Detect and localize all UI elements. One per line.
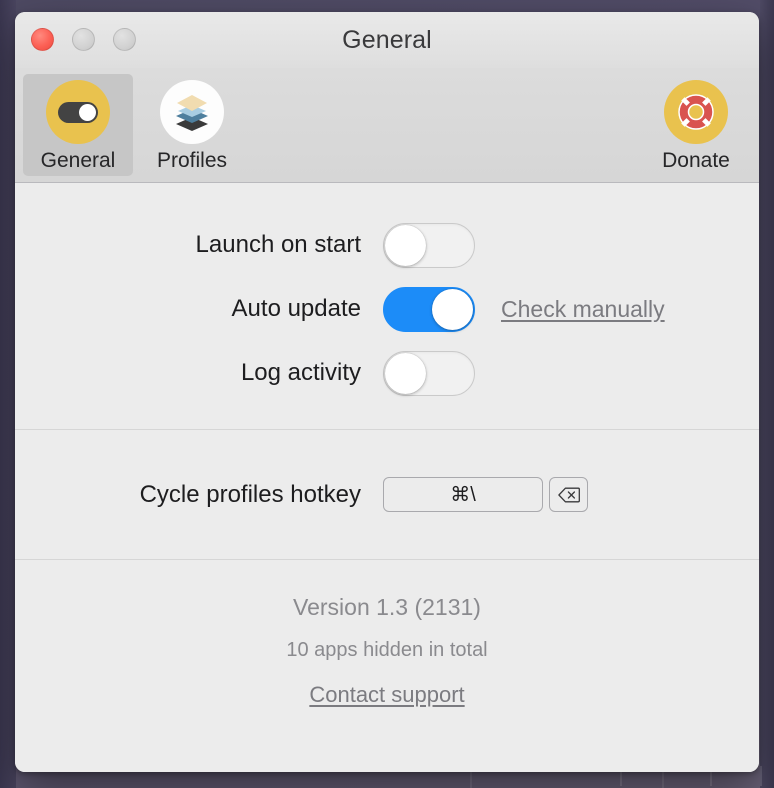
toolbar-item-general-label: General <box>40 149 116 172</box>
toolbar-item-profiles[interactable]: Profiles <box>137 74 247 176</box>
hotkey-clear-button[interactable] <box>549 477 588 512</box>
log-activity-label: Log activity <box>240 359 361 386</box>
auto-update-toggle-knob <box>432 288 473 330</box>
contact-support-link[interactable]: Contact support <box>309 682 464 708</box>
auto-update-label: Auto update <box>231 295 361 322</box>
window-title: General <box>342 26 432 54</box>
toggles-section: Launch on start Auto update Check manual… <box>15 183 759 429</box>
log-activity-toggle[interactable] <box>383 350 475 396</box>
setting-row-launch-on-start: Launch on start <box>15 213 759 277</box>
toolbar: General Profiles Donate <box>15 68 759 183</box>
apps-hidden-count: 10 apps hidden in total <box>286 639 488 661</box>
launch-on-start-toggle[interactable] <box>383 222 475 268</box>
launch-on-start-toggle-knob <box>385 224 426 266</box>
auto-update-toggle[interactable] <box>383 286 475 332</box>
toolbar-item-profiles-label: Profiles <box>156 149 228 172</box>
donate-icon-wrap <box>664 80 728 144</box>
toggle-switch-icon-track <box>58 101 98 123</box>
toggle-switch-icon-knob <box>79 103 96 121</box>
cycle-profiles-hotkey-label: Cycle profiles hotkey <box>139 480 361 508</box>
setting-row-log-activity: Log activity <box>15 341 759 405</box>
backspace-icon <box>557 487 580 502</box>
check-manually-link[interactable]: Check manually <box>501 296 665 323</box>
toggle-switch-icon <box>46 80 110 144</box>
hotkey-recorder-field[interactable]: ⌘\ <box>383 477 543 512</box>
title-bar: General <box>15 12 759 68</box>
general-icon-wrap <box>46 80 110 144</box>
toolbar-item-general[interactable]: General <box>23 74 133 176</box>
life-preserver-glyph <box>678 94 714 130</box>
desktop-right-edge <box>760 0 774 788</box>
life-preserver-icon <box>664 80 728 144</box>
desktop-left-edge <box>0 0 16 788</box>
preferences-content: Launch on start Auto update Check manual… <box>15 183 759 772</box>
preferences-window: General General Profiles Donate Launch o… <box>15 12 759 772</box>
profiles-icon-wrap <box>160 80 224 144</box>
launch-on-start-label: Launch on start <box>195 231 361 258</box>
dock-tick <box>620 772 622 786</box>
toolbar-item-donate-label: Donate <box>662 149 730 172</box>
stacked-layers-icon <box>160 80 224 144</box>
toolbar-item-donate[interactable]: Donate <box>641 74 751 176</box>
hotkey-section: Cycle profiles hotkey ⌘\ <box>15 430 759 559</box>
stacked-layers-glyph <box>176 95 208 131</box>
hotkey-controls: ⌘\ <box>383 477 588 512</box>
footer-section: Version 1.3 (2131) 10 apps hidden in tot… <box>15 560 759 708</box>
version-text: Version 1.3 (2131) <box>293 594 481 620</box>
dock-tick <box>760 766 762 786</box>
log-activity-toggle-knob <box>385 352 426 394</box>
dock-tick <box>710 772 712 786</box>
setting-row-auto-update: Auto update Check manually <box>15 277 759 341</box>
